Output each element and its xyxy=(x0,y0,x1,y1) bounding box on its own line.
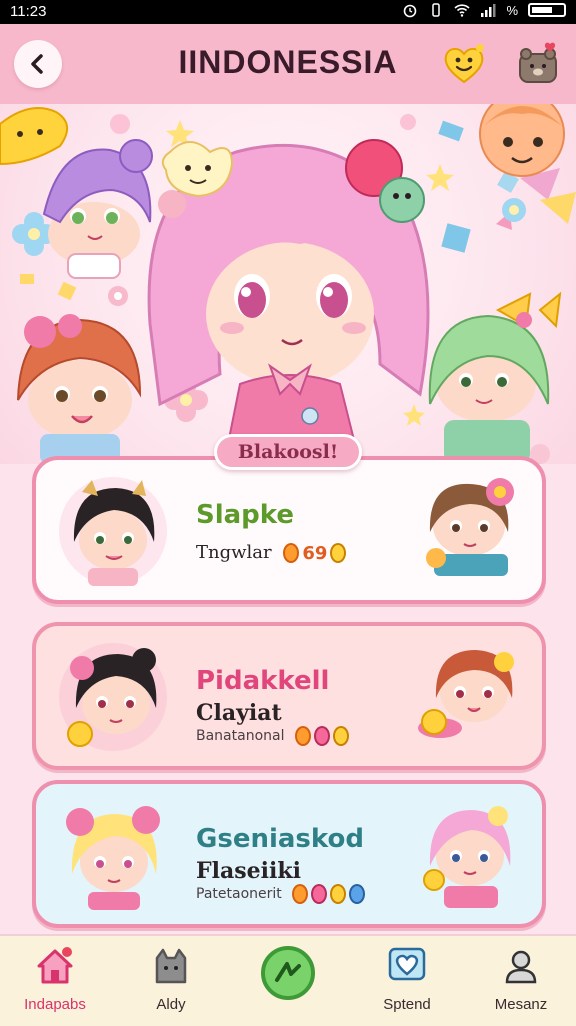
anime-characters-illustration xyxy=(0,104,576,464)
coin-icon xyxy=(330,884,347,904)
sun-character xyxy=(0,107,68,166)
character-card-1[interactable]: Slapke Tngwlar 69 xyxy=(32,456,546,604)
card-title: Gseniaskod xyxy=(196,824,364,854)
coin-icon xyxy=(283,542,300,563)
card-badge-value: 69 xyxy=(302,542,328,564)
cat-icon xyxy=(155,948,187,984)
coin-badges xyxy=(294,726,349,746)
card-subtitle: Clayiat xyxy=(196,700,282,726)
hero-banner: Blakoosl! xyxy=(214,434,362,470)
status-icons: % xyxy=(402,2,566,18)
card-title: Pidakkell xyxy=(196,666,330,696)
character-green-hair xyxy=(428,291,562,464)
compass-icon xyxy=(275,962,301,982)
coin-icon xyxy=(294,726,311,746)
status-bar: 11:23 % xyxy=(0,0,576,24)
heart-icon xyxy=(388,947,426,981)
avatar-dark-bun-hair xyxy=(59,643,167,751)
alarm-icon xyxy=(404,4,417,18)
home-icon xyxy=(37,947,73,984)
avatar-pink-hair xyxy=(423,806,511,908)
nav-label: Aldy xyxy=(156,996,186,1013)
coin-icon xyxy=(330,542,347,563)
character-purple-hair xyxy=(42,139,153,279)
coin-icon xyxy=(311,884,328,904)
signal-icon xyxy=(481,4,496,17)
avatar-blonde-hair xyxy=(66,806,160,910)
coin-badges: 69 xyxy=(283,542,347,564)
coin-icon xyxy=(292,884,309,904)
character-card-3[interactable]: Gseniaskod Flaseiiki Patetaonerit xyxy=(32,780,546,928)
battery-icon xyxy=(528,3,566,17)
coin-icon xyxy=(349,884,366,904)
nav-item-sptend[interactable]: Sptend xyxy=(352,942,462,1022)
bottom-nav: Indapabs Aldy Sptend Mesanz xyxy=(0,934,576,1026)
card-subtitle: Flaseiiki xyxy=(196,858,301,884)
coin-icon xyxy=(332,726,349,746)
status-time: 11:23 xyxy=(10,3,47,20)
hero-illustration xyxy=(0,104,576,464)
character-red-hair xyxy=(17,314,142,464)
card-subtitle: Tngwlar 69 xyxy=(196,542,347,564)
character-card-2[interactable]: Pidakkell Clayiat Banatanonal xyxy=(32,622,546,770)
card-subtitle-text: Tngwlar xyxy=(196,542,272,563)
nav-item-aldy[interactable]: Aldy xyxy=(116,942,226,1022)
page-title: IINDONESSIA xyxy=(178,44,398,80)
battery-percent: % xyxy=(506,2,518,18)
nav-label: Mesanz xyxy=(494,996,548,1013)
nav-item-profile[interactable]: Mesanz xyxy=(466,942,576,1022)
avatar-brown-hair xyxy=(426,478,514,576)
coin-icon xyxy=(313,726,330,746)
profile-icon xyxy=(505,950,537,984)
coin-badges xyxy=(292,884,366,904)
card-title: Slapke xyxy=(196,500,295,530)
nav-label: Indapabs xyxy=(24,996,86,1013)
avatar-black-hair xyxy=(59,477,167,586)
card-detail-text: Patetaonerit xyxy=(196,886,282,902)
nav-item-home[interactable]: Indapabs xyxy=(0,942,110,1022)
smiley-heart-icon[interactable] xyxy=(440,40,488,88)
vibrate-icon xyxy=(432,3,441,17)
avatar-red-hair xyxy=(418,650,514,738)
wifi-icon xyxy=(454,4,470,17)
character-top-right xyxy=(479,104,565,177)
nav-item-explore[interactable] xyxy=(261,946,315,1000)
card-detail-text: Banatanonal xyxy=(196,728,285,744)
app-header: IINDONESSIA xyxy=(0,24,576,104)
card-detail: Banatanonal xyxy=(196,726,349,746)
nav-label: Sptend xyxy=(383,996,431,1013)
card-detail: Patetaonerit xyxy=(196,884,366,904)
bear-shop-icon[interactable] xyxy=(514,40,562,88)
